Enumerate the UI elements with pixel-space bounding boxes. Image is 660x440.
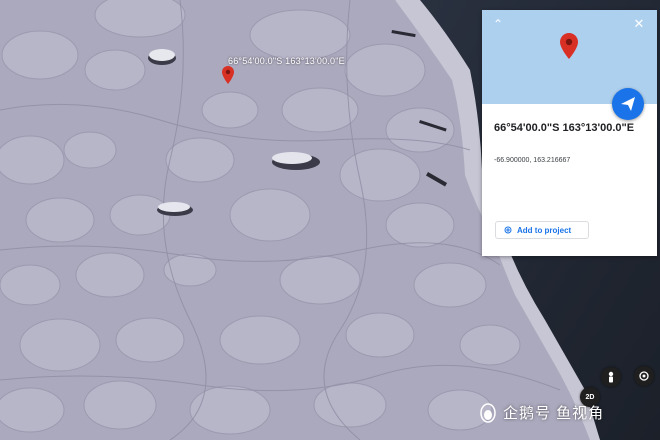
fly-to-button[interactable] [612,88,644,120]
pegman-icon[interactable] [601,367,621,387]
penguin-logo-icon [480,403,496,423]
marker-coordinate-label: 66°54'00.0"S 163°13'00.0"E [228,56,345,66]
location-pin-icon[interactable] [222,66,234,84]
coordinates-decimal: -66.900000, 163.216667 [494,157,571,164]
watermark: 企鹅号 鱼视角 [477,401,604,423]
location-info-panel: ⌃ ✕ 66°54'00.0"S 163°13'00.0"E -66.90000… [482,10,657,256]
add-to-project-button[interactable]: Add to project [495,221,589,239]
watermark-text: 企鹅号 鱼视角 [503,404,605,422]
panel-pin-icon [560,33,578,59]
coordinates-dms: 66°54'00.0"S 163°13'00.0"E [494,122,635,134]
close-icon[interactable]: ✕ [631,16,647,32]
add-project-icon [504,226,512,234]
chevron-up-icon[interactable]: ⌃ [490,16,506,32]
send-icon [621,97,635,111]
my-location-icon[interactable] [634,366,654,386]
panel-header: ⌃ ✕ [482,10,657,120]
add-to-project-label: Add to project [517,225,572,235]
view-mode-label: 2D [585,393,595,401]
